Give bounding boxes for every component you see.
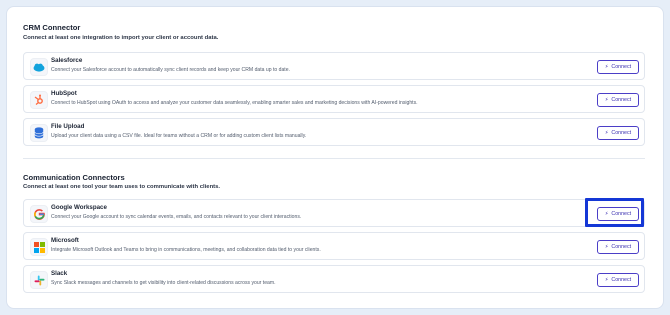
bolt-icon: ⚡︎ — [604, 96, 609, 103]
hubspot-card: HubSpot Connect to HubSpot using OAuth t… — [23, 85, 645, 113]
connector-description: Connect to HubSpot using OAuth to access… — [51, 100, 418, 106]
connectors-panel: CRM Connector Connect at least one integ… — [6, 6, 664, 309]
google-icon — [30, 205, 48, 223]
connector-name: Microsoft — [51, 237, 79, 244]
slack-connect-button[interactable]: ⚡︎ Connect — [597, 273, 639, 287]
bolt-icon: ⚡︎ — [604, 63, 609, 70]
bolt-icon: ⚡︎ — [604, 243, 609, 250]
connector-name: Google Workspace — [51, 204, 107, 211]
connector-name: Salesforce — [51, 57, 83, 64]
microsoft-icon — [30, 238, 48, 256]
hubspot-connect-button[interactable]: ⚡︎ Connect — [597, 93, 639, 107]
salesforce-card: Salesforce Connect your Salesforce accou… — [23, 52, 645, 80]
connect-label: Connect — [611, 64, 632, 70]
google-workspace-card: Google Workspace Connect your Google acc… — [23, 199, 645, 227]
microsoft-card: Microsoft Integrate Microsoft Outlook an… — [23, 232, 645, 260]
connector-description: Upload your client data using a CSV file… — [51, 133, 307, 139]
crm-section-title: CRM Connector — [23, 23, 81, 32]
comm-section-title: Communication Connectors — [23, 173, 125, 182]
bolt-icon: ⚡︎ — [604, 129, 609, 136]
section-divider — [23, 158, 645, 159]
hubspot-icon — [30, 91, 48, 109]
connect-label: Connect — [611, 97, 632, 103]
connector-description: Connect your Salesforce account to autom… — [51, 67, 290, 73]
connector-description: Connect your Google account to sync cale… — [51, 214, 302, 220]
file-upload-connect-button[interactable]: ⚡︎ Connect — [597, 126, 639, 140]
connect-label: Connect — [611, 130, 632, 136]
crm-section-subtitle: Connect at least one integration to impo… — [23, 35, 219, 41]
slack-icon — [30, 271, 48, 289]
connector-name: File Upload — [51, 123, 85, 130]
connector-name: Slack — [51, 270, 68, 277]
highlight-box — [585, 198, 644, 227]
microsoft-connect-button[interactable]: ⚡︎ Connect — [597, 240, 639, 254]
file-upload-card: File Upload Upload your client data usin… — [23, 118, 645, 146]
connector-description: Sync Slack messages and channels to get … — [51, 280, 276, 286]
comm-section-subtitle: Connect at least one tool your team uses… — [23, 184, 221, 190]
salesforce-cloud-icon — [30, 58, 48, 76]
salesforce-connect-button[interactable]: ⚡︎ Connect — [597, 60, 639, 74]
bolt-icon: ⚡︎ — [604, 276, 609, 283]
connector-name: HubSpot — [51, 90, 77, 97]
connect-label: Connect — [611, 277, 632, 283]
connector-description: Integrate Microsoft Outlook and Teams to… — [51, 247, 321, 253]
database-icon — [30, 124, 48, 142]
connect-label: Connect — [611, 244, 632, 250]
slack-card: Slack Sync Slack messages and channels t… — [23, 265, 645, 293]
